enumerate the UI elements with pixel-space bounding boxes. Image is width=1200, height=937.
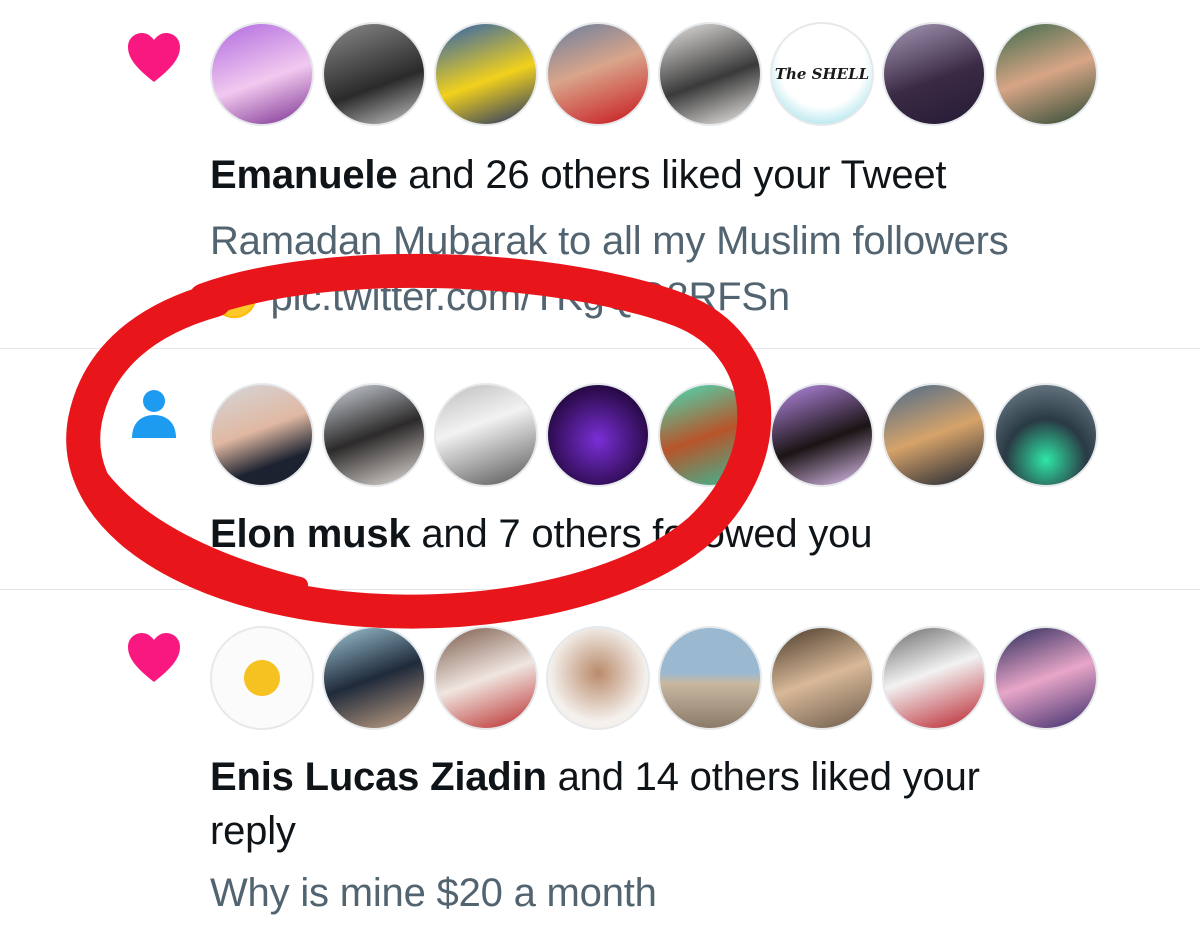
heart-icon-svg: [128, 633, 180, 682]
notification-follow[interactable]: Elon musk and 7 others followed you: [0, 349, 1200, 589]
heart-icon: [126, 32, 182, 89]
avatar-elon-musk[interactable]: [210, 383, 314, 487]
notification-title: Elon musk and 7 others followed you: [210, 507, 872, 561]
avatar-aviator-glasses[interactable]: [882, 383, 986, 487]
actor-name[interactable]: Elon musk: [210, 512, 411, 556]
avatar-woman-bw[interactable]: [434, 383, 538, 487]
avatar-purple-character[interactable]: [546, 383, 650, 487]
avatar-woman-pink[interactable]: [994, 626, 1098, 730]
avatar-man-eating[interactable]: [322, 626, 426, 730]
avatar-row: [210, 626, 1098, 730]
tweet-text-line-2[interactable]: 🌙 pic.twitter.com/TKgQG8RFSn: [210, 270, 790, 324]
tweet-text-line-1: Ramadan Mubarak to all my Muslim followe…: [210, 219, 1009, 263]
avatar-man-pointing[interactable]: [434, 626, 538, 730]
person-icon: [130, 389, 178, 444]
avatar-row: [210, 383, 1098, 487]
avatar-beach[interactable]: [658, 626, 762, 730]
notification-title-line-2: reply: [210, 809, 296, 853]
avatar-ape-green[interactable]: [658, 383, 762, 487]
avatar-woman-long-hair[interactable]: [322, 383, 426, 487]
notification-like-1[interactable]: The SHELL Emanuele and 26 others liked y…: [0, 0, 1200, 348]
avatar-man-in-suit[interactable]: [882, 22, 986, 126]
avatar-chess-knight[interactable]: [210, 626, 314, 730]
avatar-man-lying[interactable]: [770, 626, 874, 730]
avatar-ronaldo-jersey[interactable]: [434, 22, 538, 126]
notification-action: and 14 others liked your: [546, 755, 980, 799]
avatar-woman-hijab[interactable]: [658, 22, 762, 126]
avatar-row: The SHELL: [210, 22, 1098, 126]
avatar-the-shell-logo[interactable]: The SHELL: [770, 22, 874, 126]
notification-action: and 7 others followed you: [410, 512, 873, 556]
actor-name[interactable]: Emanuele: [210, 153, 398, 197]
notification-action: and 26 others liked your Tweet: [397, 153, 947, 197]
tweet-text-line-1: Why is mine $20 a month: [210, 871, 657, 915]
avatar-footballer-red[interactable]: [546, 22, 650, 126]
avatar-anime-character[interactable]: [210, 22, 314, 126]
avatar-cartoon-sunglasses[interactable]: [770, 383, 874, 487]
avatar-group-photo-bw[interactable]: [322, 22, 426, 126]
notification-title: Enis Lucas Ziadin and 14 others liked yo…: [210, 750, 980, 804]
avatar-man-green[interactable]: [994, 22, 1098, 126]
heart-icon: [126, 632, 182, 689]
heart-icon-svg: [128, 33, 180, 82]
notification-like-2[interactable]: Enis Lucas Ziadin and 14 others liked yo…: [0, 590, 1200, 937]
avatar-bearded-man-art[interactable]: [546, 626, 650, 730]
notification-title: Emanuele and 26 others liked your Tweet: [210, 148, 947, 202]
avatar-man-cap[interactable]: [882, 626, 986, 730]
person-icon-svg: [132, 390, 176, 438]
actor-name[interactable]: Enis Lucas Ziadin: [210, 755, 547, 799]
avatar-robot-armor[interactable]: [994, 383, 1098, 487]
avatar-logo-text: The SHELL: [774, 65, 870, 83]
